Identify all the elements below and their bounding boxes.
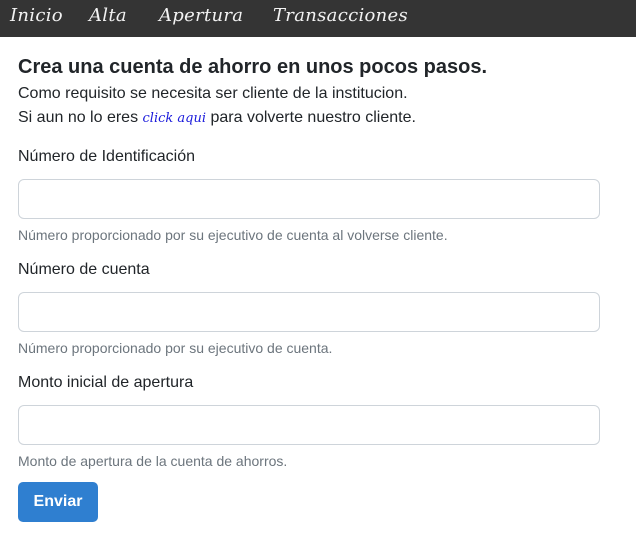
- opening-amount-help: Monto de apertura de la cuenta de ahorro…: [18, 453, 288, 469]
- signup-prompt-prefix: Si aun no lo eres: [18, 109, 143, 126]
- identification-number-label: Número de Identificación: [18, 148, 195, 165]
- page-title: Crea una cuenta de ahorro en unos pocos …: [18, 56, 487, 78]
- account-number-input[interactable]: [18, 292, 600, 332]
- opening-amount-label: Monto inicial de apertura: [18, 374, 194, 391]
- signup-prompt: Si aun no lo eres click aqui para volver…: [18, 109, 416, 127]
- identification-number-input[interactable]: [18, 179, 600, 219]
- nav-item-inicio[interactable]: Inicio: [10, 5, 63, 26]
- nav-item-alta[interactable]: Alta: [89, 5, 127, 26]
- nav-item-transacciones[interactable]: Transacciones: [273, 5, 408, 26]
- opening-amount-input[interactable]: [18, 405, 600, 445]
- nav-item-apertura[interactable]: Apertura: [159, 5, 243, 26]
- account-number-help: Número proporcionado por su ejecutivo de…: [18, 340, 333, 356]
- click-here-link[interactable]: click aqui: [143, 111, 207, 126]
- account-number-label: Número de cuenta: [18, 261, 150, 278]
- requirement-text: Como requisito se necesita ser cliente d…: [18, 85, 408, 102]
- signup-prompt-suffix: para volverte nuestro cliente.: [206, 109, 416, 126]
- submit-button[interactable]: Enviar: [18, 482, 98, 522]
- identification-number-help: Número proporcionado por su ejecutivo de…: [18, 227, 448, 243]
- top-navbar: Inicio Alta Apertura Transacciones: [0, 0, 636, 37]
